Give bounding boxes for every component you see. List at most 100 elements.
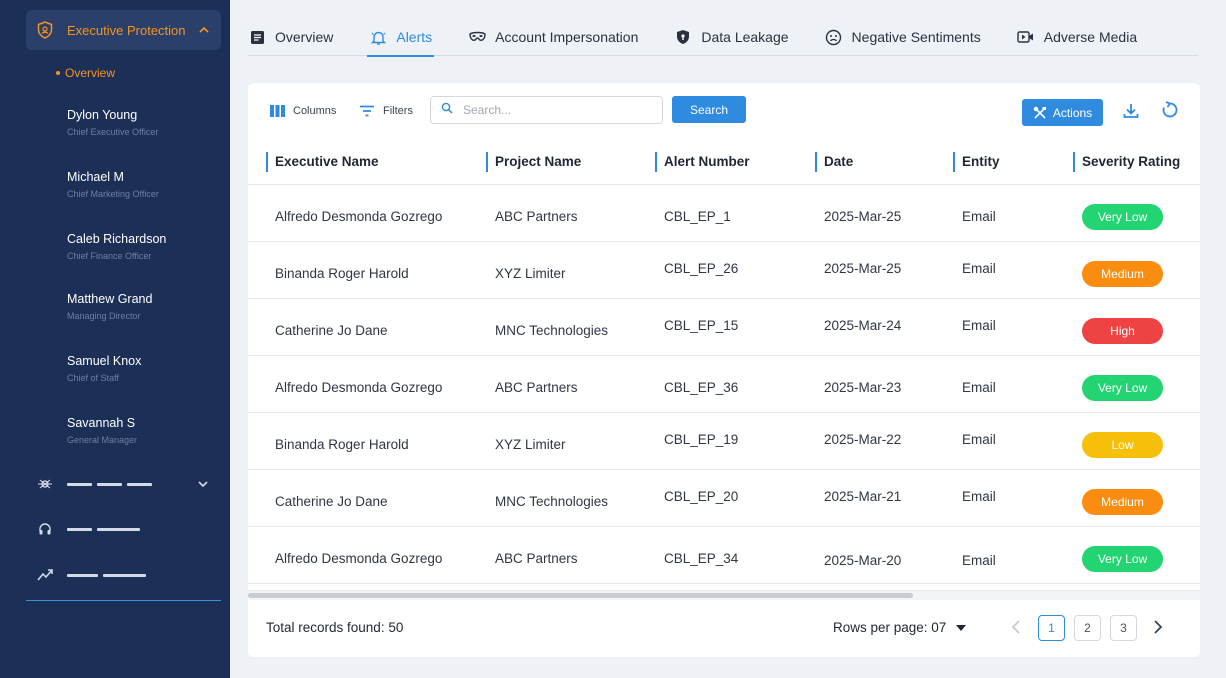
tab-label: Negative Sentiments	[851, 29, 981, 45]
bell-icon	[369, 28, 387, 46]
cell-alert-number: CBL_EP_34	[664, 551, 739, 566]
cell-executive-name: Catherine Jo Dane	[275, 494, 388, 509]
rows-per-page-select[interactable]: Rows per page: 07	[833, 620, 967, 635]
cell-executive-name: Catherine Jo Dane	[275, 323, 388, 338]
severity-badge: Very Low	[1082, 204, 1163, 230]
cell-executive-name: Binanda Roger Harold	[275, 266, 409, 281]
redacted-label	[67, 482, 157, 486]
sidebar-person[interactable]: Samuel Knox Chief of Staff	[67, 354, 141, 383]
tab-account-impersonation[interactable]: Account Impersonation	[468, 18, 638, 56]
tab-alerts[interactable]: Alerts	[367, 18, 434, 57]
refresh-icon[interactable]	[1160, 100, 1180, 120]
column-header-entity[interactable]: Entity	[953, 152, 1000, 172]
severity-badge: High	[1082, 318, 1163, 344]
sidebar-nav-item-2[interactable]	[36, 519, 216, 539]
sidebar-item-overview[interactable]: Overview	[56, 66, 115, 80]
redacted-label	[67, 573, 151, 577]
shield-icon	[674, 28, 692, 46]
search-icon	[441, 101, 453, 119]
shield-icon	[36, 21, 54, 39]
cell-entity: Email	[962, 261, 996, 276]
person-role: Chief Marketing Officer	[67, 189, 159, 199]
table-row[interactable]: Binanda Roger Harold XYZ Limiter CBL_EP_26…	[248, 242, 1200, 299]
tab-negative-sentiments[interactable]: Negative Sentiments	[825, 18, 981, 56]
sidebar-section-executive-protection[interactable]: Executive Protection	[26, 10, 221, 50]
tab-label: Alerts	[396, 29, 433, 45]
cell-alert-number: CBL_EP_1	[664, 209, 731, 224]
cell-alert-number: CBL_EP_15	[664, 318, 739, 333]
tab-label: Account Impersonation	[495, 29, 639, 45]
sidebar-nav-item-3[interactable]	[36, 565, 216, 585]
alerts-card: Columns Filters Search Actions Executive…	[248, 83, 1200, 657]
actions-button[interactable]: Actions	[1022, 99, 1103, 126]
sidebar-person[interactable]: Matthew Grand Managing Director	[67, 292, 152, 321]
mask-icon	[468, 28, 486, 46]
filters-button[interactable]: Filters	[358, 103, 413, 119]
tab-overview[interactable]: Overview	[248, 18, 333, 56]
cell-date: 2025-Mar-23	[824, 380, 902, 395]
column-header-severity-rating[interactable]: Severity Rating	[1073, 152, 1180, 172]
table-row[interactable]: Catherine Jo Dane MNC Technologies CBL_EP_…	[248, 299, 1200, 356]
person-role: Managing Director	[67, 311, 141, 321]
severity-badge: Medium	[1082, 489, 1163, 515]
cell-date: 2025-Mar-25	[824, 209, 902, 224]
trending-icon	[36, 566, 54, 584]
columns-button[interactable]: Columns	[268, 103, 336, 119]
cell-date: 2025-Mar-25	[824, 261, 902, 276]
cell-alert-number: CBL_EP_19	[664, 432, 739, 447]
sidebar-nav-item-1[interactable]	[36, 474, 216, 494]
video-icon	[1017, 28, 1035, 46]
chevron-down-icon[interactable]	[196, 477, 210, 491]
column-header-date[interactable]: Date	[815, 152, 853, 172]
headset-icon	[36, 520, 54, 538]
search-box	[430, 96, 663, 124]
next-page-icon[interactable]	[1148, 617, 1168, 637]
download-icon[interactable]	[1121, 100, 1141, 120]
sidebar-person[interactable]: Michael M Chief Marketing Officer	[67, 170, 159, 199]
column-header-executive-name[interactable]: Executive Name	[266, 152, 379, 172]
tab-label: Overview	[275, 29, 334, 45]
sidebar-overview-label: Overview	[65, 66, 116, 80]
scrollbar-thumb[interactable]	[248, 593, 913, 598]
cell-executive-name: Alfredo Desmonda Gozrego	[275, 380, 443, 395]
table-row[interactable]: Alfredo Desmonda Gozrego ABC Partners CBL_…	[248, 527, 1200, 584]
table-row[interactable]: Alfredo Desmonda Gozrego ABC Partners CBL_…	[248, 185, 1200, 242]
person-name: Caleb Richardson	[67, 232, 167, 246]
prev-page-icon[interactable]	[1006, 617, 1026, 637]
table-row[interactable]: Catherine Jo Dane MNC Technologies CBL_EP_…	[248, 470, 1200, 527]
page-button-1[interactable]: 1	[1038, 615, 1065, 641]
person-role: Chief of Staff	[67, 373, 119, 383]
cell-project-name: MNC Technologies	[495, 494, 609, 509]
chevron-up-icon[interactable]	[197, 23, 211, 37]
sidebar-person[interactable]: Dylon Young Chief Executive Officer	[67, 108, 158, 137]
cell-alert-number: CBL_EP_26	[664, 261, 739, 276]
page-button-3[interactable]: 3	[1110, 615, 1137, 641]
search-input[interactable]	[463, 103, 653, 117]
sidebar-person[interactable]: Caleb Richardson Chief Finance Officer	[67, 232, 166, 261]
search-button[interactable]: Search	[672, 96, 746, 123]
cell-date: 2025-Mar-20	[824, 553, 902, 568]
column-header-project-name[interactable]: Project Name	[486, 152, 581, 172]
radar-icon	[36, 475, 54, 493]
column-header-alert-number[interactable]: Alert Number	[655, 152, 750, 172]
sidebar-person[interactable]: Savannah S General Manager	[67, 416, 137, 445]
person-name: Michael M	[67, 170, 124, 184]
sidebar-section-title: Executive Protection	[67, 22, 186, 38]
severity-badge: Very Low	[1082, 375, 1163, 401]
person-name: Samuel Knox	[67, 354, 142, 368]
horizontal-scrollbar[interactable]	[248, 590, 1200, 600]
cell-project-name: XYZ Limiter	[495, 437, 566, 452]
actions-label: Actions	[1052, 105, 1093, 120]
tab-adverse-media[interactable]: Adverse Media	[1017, 18, 1137, 56]
cell-date: 2025-Mar-24	[824, 318, 902, 333]
person-role: Chief Finance Officer	[67, 251, 152, 261]
cell-project-name: ABC Partners	[495, 209, 578, 224]
tab-data-leakage[interactable]: Data Leakage	[674, 18, 789, 56]
table-row[interactable]: Alfredo Desmonda Gozrego ABC Partners CBL_…	[248, 356, 1200, 413]
table-row[interactable]: Binanda Roger Harold XYZ Limiter CBL_EP_19…	[248, 413, 1200, 470]
person-name: Dylon Young	[67, 108, 138, 122]
cell-entity: Email	[962, 318, 996, 333]
sidebar: Executive Protection Overview Dylon Youn…	[0, 0, 230, 678]
redacted-label	[67, 527, 145, 531]
page-button-2[interactable]: 2	[1074, 615, 1101, 641]
